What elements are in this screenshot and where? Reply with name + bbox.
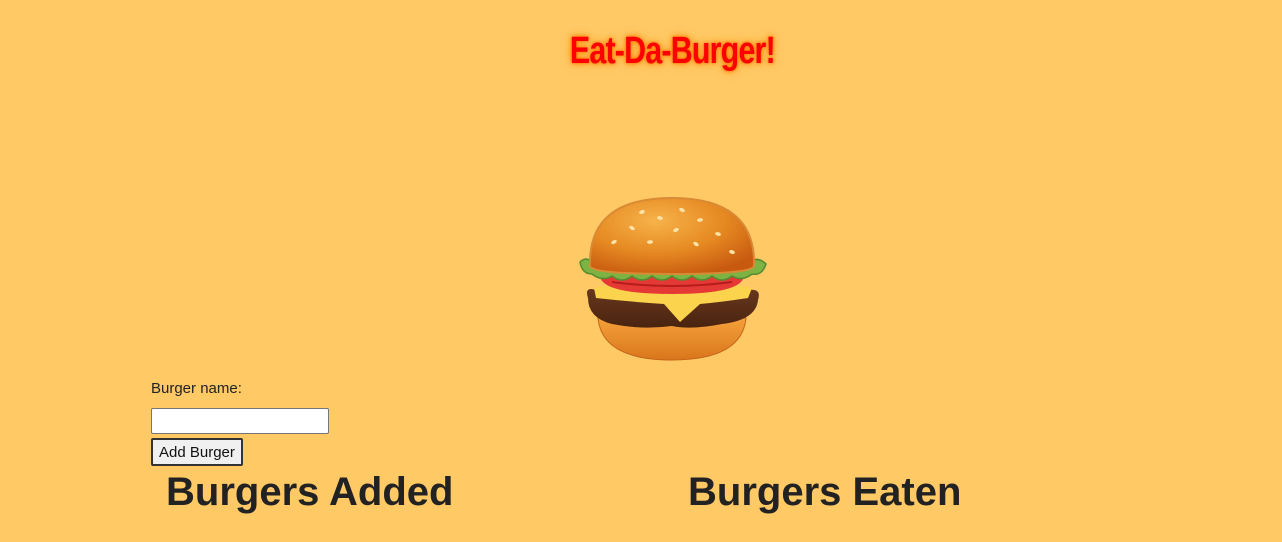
burgers-added-heading: Burgers Added [166, 470, 454, 514]
page: Eat-Da-Burger! Burger name: Add Burger B… [0, 0, 1282, 542]
add-burger-form: Burger name: Add Burger [151, 378, 329, 466]
add-burger-button[interactable]: Add Burger [151, 438, 243, 466]
burgers-eaten-heading: Burgers Eaten [688, 470, 962, 514]
burger-name-label: Burger name: [151, 380, 242, 397]
page-title: Eat-Da-Burger! [569, 30, 776, 72]
hamburger-icon [572, 190, 772, 370]
burger-name-input[interactable] [151, 408, 329, 434]
